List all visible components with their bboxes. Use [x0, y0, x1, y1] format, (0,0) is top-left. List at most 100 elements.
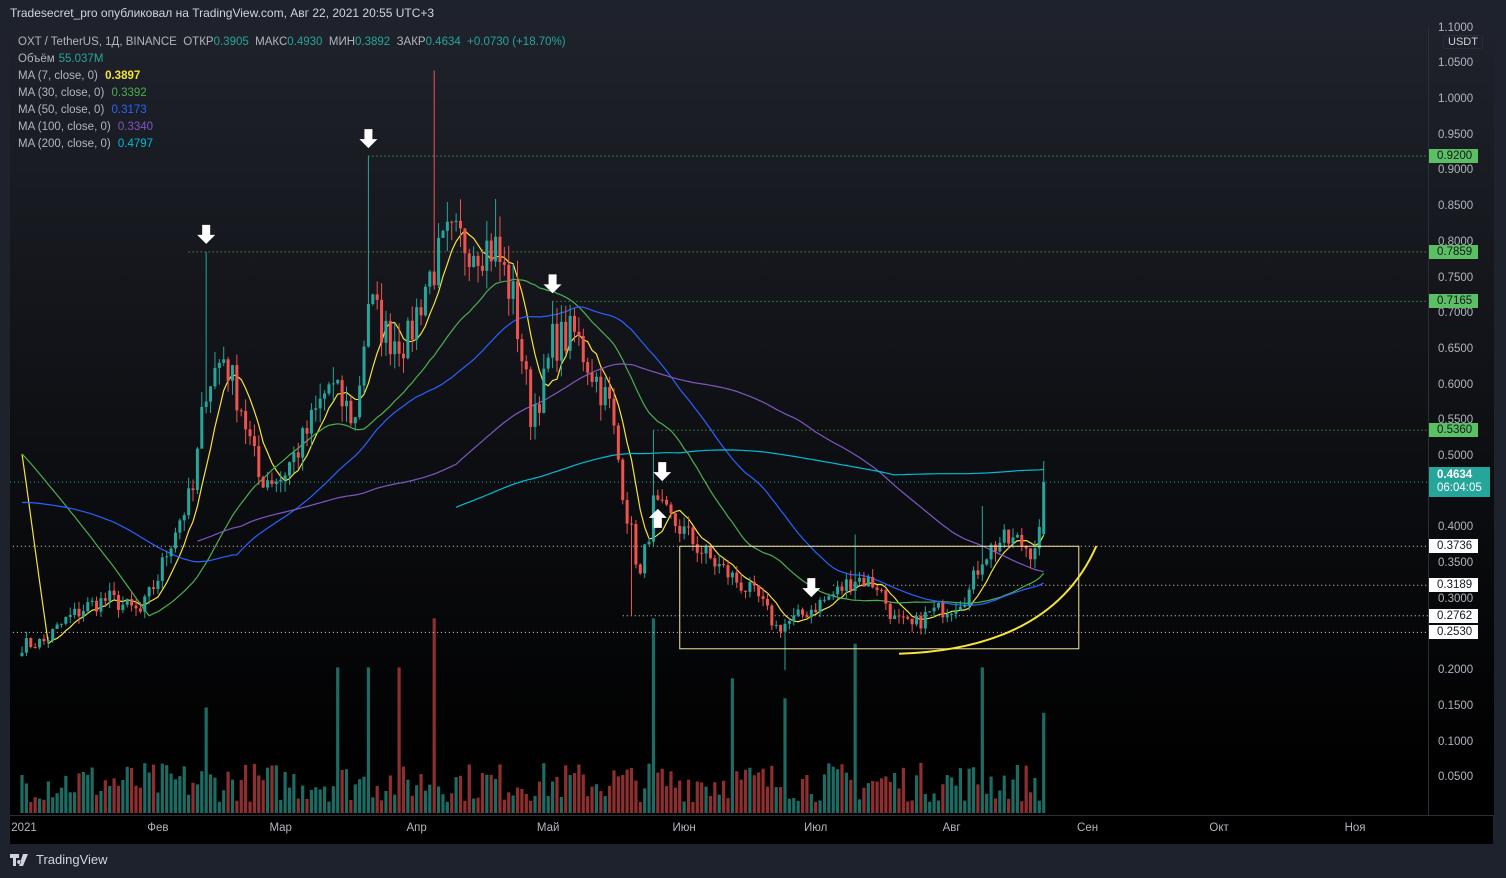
candle — [678, 519, 682, 543]
ma-label[interactable]: MA (100, close, 0) — [18, 121, 111, 133]
candle-body — [380, 299, 384, 343]
candle — [81, 604, 85, 622]
time-tick-label: Фев — [147, 822, 169, 834]
candle-body — [336, 380, 340, 384]
candle-body — [586, 362, 590, 373]
candle — [757, 585, 761, 603]
candle — [195, 446, 199, 495]
candle-body — [200, 406, 204, 449]
volume-bar — [182, 766, 186, 813]
ma-label[interactable]: MA (30, close, 0) — [18, 87, 104, 99]
candle — [340, 375, 344, 422]
candle-body — [809, 609, 813, 618]
volume-bar — [1024, 765, 1028, 813]
volume-bar — [371, 797, 375, 813]
candle-body — [853, 581, 857, 591]
price-tick-label: 0.7000 — [1438, 307, 1474, 320]
volume-bar — [349, 799, 353, 813]
candle — [1029, 548, 1033, 569]
volume-bar — [59, 787, 64, 813]
volume-bar — [1028, 792, 1033, 813]
candle — [222, 346, 226, 366]
candle — [217, 359, 221, 385]
candle-body — [708, 547, 712, 559]
ma-label[interactable]: MA (50, close, 0) — [18, 104, 104, 116]
time-tick-label: Ноя — [1344, 822, 1366, 834]
candle-body — [915, 615, 919, 625]
candle-body — [301, 428, 305, 458]
candle-body — [573, 315, 577, 332]
candle-body — [160, 557, 164, 581]
candle — [1002, 524, 1006, 549]
volume-bar — [765, 786, 770, 813]
volume-bar — [274, 765, 278, 813]
volume-bar — [888, 781, 892, 813]
candle-body — [244, 410, 248, 430]
footer-brand[interactable]: TradingView — [10, 852, 108, 867]
candle-body — [546, 357, 550, 369]
candle-body — [1033, 548, 1037, 560]
candle-body — [993, 544, 997, 552]
candle — [38, 638, 42, 650]
symbol-title[interactable]: OXT / TetherUS, 1Д, BINANCE — [18, 36, 177, 48]
volume-bar — [318, 789, 322, 813]
candle-body — [594, 376, 598, 382]
candle-body — [844, 579, 848, 591]
candle-body — [437, 237, 441, 286]
volume-bar — [463, 800, 467, 813]
currency-unit[interactable]: USDT — [1443, 35, 1483, 49]
candle-body — [480, 265, 484, 271]
volume-bar — [787, 798, 791, 813]
candle-body — [866, 577, 870, 587]
candle-body — [178, 520, 182, 533]
volume-bar — [507, 792, 511, 813]
candle-body — [222, 359, 226, 363]
volume-bar — [235, 800, 239, 813]
candle — [384, 310, 388, 356]
ma-label[interactable]: MA (200, close, 0) — [18, 138, 111, 150]
volume-bar — [529, 800, 533, 813]
candle-body — [138, 608, 142, 612]
candle-body — [95, 600, 99, 612]
candle — [998, 536, 1002, 553]
candle-body — [340, 380, 344, 407]
price-tick-label: 0.6000 — [1438, 378, 1474, 391]
volume-label[interactable]: Объём — [18, 53, 55, 65]
volume-bar — [187, 794, 191, 813]
candle — [116, 590, 120, 618]
candle-body — [20, 652, 24, 656]
volume-bar — [664, 786, 669, 813]
candle — [450, 220, 454, 241]
time-tick-label: Авг — [942, 822, 961, 834]
candle-body — [862, 577, 866, 587]
arrow-down-icon — [802, 578, 821, 598]
candle-body — [270, 480, 274, 484]
volume-bar — [344, 769, 349, 813]
volume-bar — [1037, 800, 1041, 813]
candle-body — [344, 400, 348, 407]
candle-body — [195, 448, 199, 491]
volume-bar — [379, 800, 384, 813]
candle-body — [980, 564, 984, 575]
volume-bar — [954, 785, 958, 813]
candle-body — [125, 599, 129, 605]
ma-label[interactable]: MA (7, close, 0) — [18, 70, 98, 82]
level-price-tag: 0.5360 — [1429, 423, 1479, 438]
candle — [143, 594, 147, 619]
candle-body — [945, 614, 949, 618]
candle-body — [814, 609, 818, 613]
candle — [616, 422, 620, 463]
ma-line-200 — [455, 449, 1044, 508]
candle-body — [406, 320, 410, 359]
legend-ma-row: MA (7, close, 0) 0.3897 — [18, 68, 566, 85]
candle-body — [985, 559, 989, 565]
candle — [985, 558, 989, 567]
volume-bar — [340, 769, 344, 813]
candle-body — [893, 615, 897, 620]
candle-body — [849, 579, 853, 591]
volume-bar — [559, 796, 563, 813]
volume-bar — [871, 781, 875, 813]
candle — [915, 612, 919, 627]
candle-body — [187, 488, 191, 516]
volume-bar — [279, 799, 283, 813]
